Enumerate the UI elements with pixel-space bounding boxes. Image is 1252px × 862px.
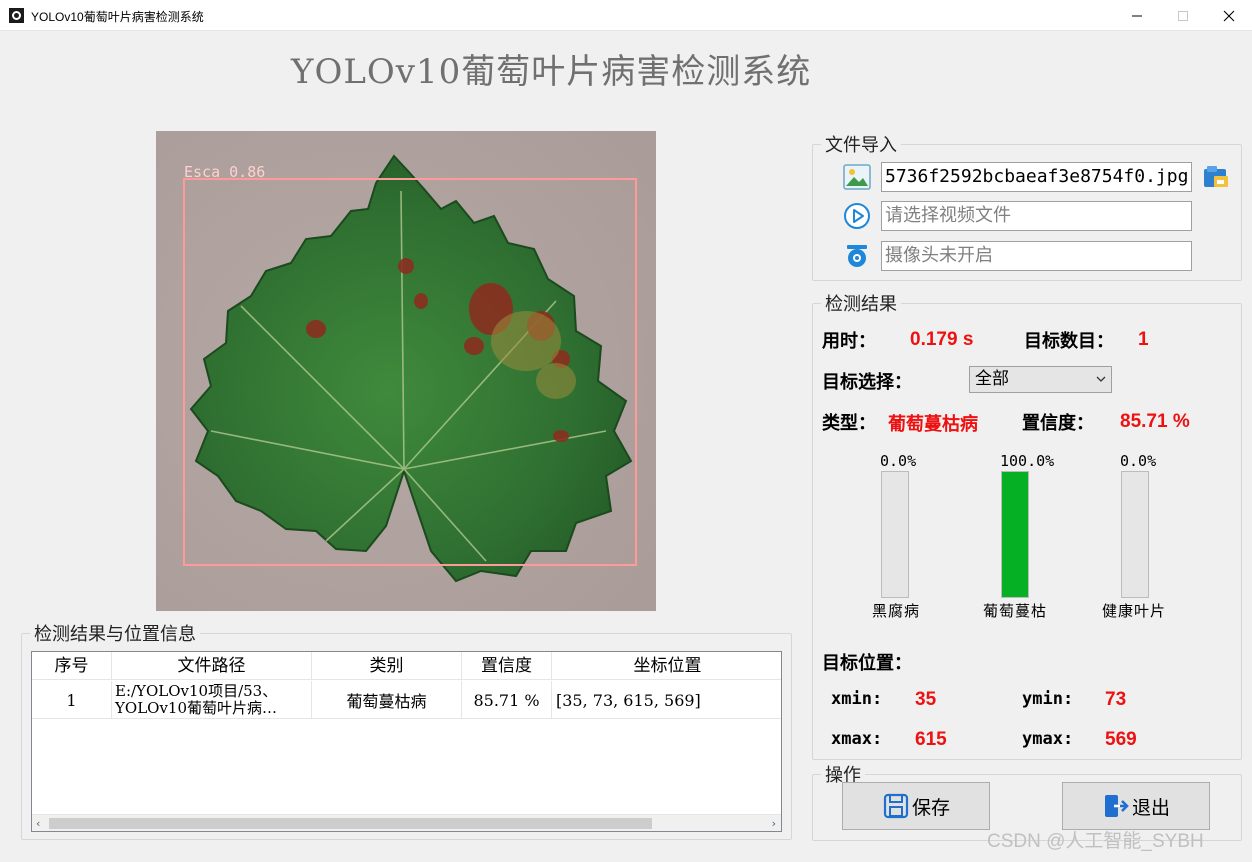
xmax-value: 615 [915,729,947,750]
count-value: 1 [1138,329,1149,350]
table-header: 序号 文件路径 类别 置信度 坐标位置 [32,652,781,680]
type-value: 葡萄蔓枯病 [888,414,978,435]
chevron-down-icon [1096,376,1106,382]
bar-percent-esca: 100.0% [1000,452,1055,470]
app-icon [9,8,24,23]
open-folder-icon[interactable] [1202,163,1230,191]
bar-percent-healthy: 0.0% [1120,452,1157,470]
cell-path-line2: YOLOv10葡萄叶片病… [115,699,278,717]
cell-category: 葡萄蔓枯病 [312,681,462,719]
time-value: 0.179 s [910,329,974,350]
close-button[interactable] [1206,0,1252,31]
exit-button[interactable]: 退出 [1062,782,1210,830]
picture-icon[interactable] [843,163,871,191]
confidence-value: 85.71 % [1120,411,1190,432]
header-index[interactable]: 序号 [32,652,112,680]
results-table: 序号 文件路径 类别 置信度 坐标位置 1 E:/YOLOv10项目/53、 Y… [31,651,782,832]
target-select[interactable]: 全部 [969,366,1112,393]
save-button-label: 保存 [911,796,950,819]
minimize-icon [1132,15,1142,16]
image-path-field[interactable]: 5736f2592bcbaeaf3e8754f0.jpg [881,162,1192,192]
confidence-label: 置信度： [1022,413,1094,434]
xmin-value: 35 [915,689,937,710]
bar-percent-black-rot: 0.0% [880,452,917,470]
cell-confidence: 85.71 % [462,681,552,719]
bar-black-rot [881,471,909,598]
detection-label: Esca 0.86 [184,163,265,181]
cell-index: 1 [32,681,112,719]
title-bar: YOLOv10葡萄叶片病害检测系统 [0,0,1252,31]
xmin-label: xmin: [831,689,883,709]
xmax-label: xmax: [831,729,883,749]
ymin-label: ymin: [1022,689,1074,709]
header-category[interactable]: 类别 [312,652,462,680]
bar-healthy [1121,471,1149,598]
window-title: YOLOv10葡萄叶片病害检测系统 [31,10,204,24]
cell-coords: [35, 73, 615, 569] [556,690,701,710]
scroll-right-icon[interactable]: › [772,817,776,830]
table-row[interactable]: 1 E:/YOLOv10项目/53、 YOLOv10葡萄叶片病… 葡萄蔓枯病 8… [32,681,781,719]
horizontal-scrollbar[interactable]: ‹ › [32,814,781,831]
bar-name-healthy: 健康叶片 [1102,602,1167,620]
close-icon [1223,10,1235,21]
ymax-value: 569 [1105,729,1137,750]
time-label: 用时： [822,331,876,352]
detection-results-legend: 检测结果 [825,294,897,315]
video-path-field[interactable]: 请选择视频文件 [881,201,1192,231]
target-select-value: 全部 [975,369,1009,389]
cell-path-line1: E:/YOLOv10项目/53、 [115,682,278,700]
target-select-label: 目标选择： [822,372,912,393]
header-path[interactable]: 文件路径 [112,652,312,680]
header-coords[interactable]: 坐标位置 [552,652,781,680]
count-label: 目标数目： [1024,331,1114,352]
scroll-left-icon[interactable]: ‹ [36,817,40,830]
watermark: CSDN @人工智能_SYBH [987,831,1204,852]
cell-path: E:/YOLOv10项目/53、 YOLOv10葡萄叶片病… [112,681,312,719]
leaf-image: Esca 0.86 [156,131,656,611]
app-title: YOLOv10葡萄叶片病害检测系统 [291,52,812,92]
header-confidence[interactable]: 置信度 [462,652,552,680]
save-button[interactable]: 保存 [842,782,990,830]
ymin-value: 73 [1105,689,1127,710]
results-table-legend: 检测结果与位置信息 [34,624,196,645]
camera-status-field[interactable]: 摄像头未开启 [881,241,1192,271]
type-label: 类型： [822,413,876,434]
scroll-thumb[interactable] [49,818,652,829]
maximize-icon [1178,10,1188,21]
save-icon [883,793,909,819]
detection-image: Esca 0.86 [156,131,656,611]
video-play-icon[interactable] [843,202,871,230]
target-position-label: 目标位置： [822,653,912,674]
file-import-legend: 文件导入 [825,135,897,156]
exit-icon [1104,795,1129,817]
camera-icon[interactable] [843,242,871,270]
minimize-button[interactable] [1114,0,1160,31]
exit-button-label: 退出 [1131,796,1170,819]
bar-name-esca: 葡萄蔓枯 [983,602,1048,620]
bar-fill-esca [1002,472,1028,597]
bar-name-black-rot: 黑腐病 [872,602,921,620]
bar-esca [1001,471,1029,598]
maximize-button[interactable] [1160,0,1206,31]
ymax-label: ymax: [1022,729,1074,749]
